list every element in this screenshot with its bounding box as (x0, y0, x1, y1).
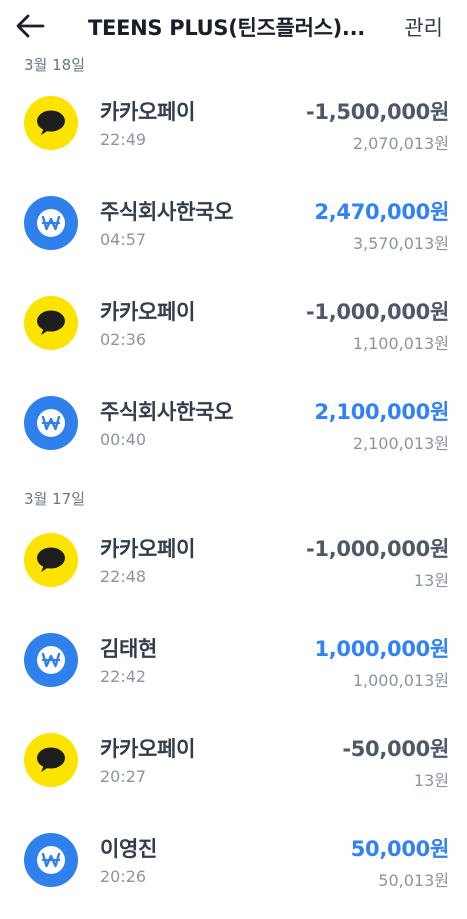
transaction-time: 20:26 (100, 867, 147, 886)
won-icon (24, 196, 78, 250)
transaction-amount: -50,000원 (342, 737, 449, 761)
transaction-row[interactable]: 주식회사한국오 00:40 2,100,000원 2,100,013원 (0, 396, 467, 482)
transaction-row[interactable]: 카카오페이 22:49 -1,500,000원 2,070,013원 (0, 96, 467, 182)
transaction-row[interactable]: 김태현 22:42 1,000,000원 1,000,013원 (0, 633, 467, 719)
transaction-name: 카카오페이 (100, 100, 196, 124)
transaction-name: 김태현 (100, 637, 158, 661)
transaction-name: 주식회사한국오 (100, 200, 234, 224)
transaction-amount: -1,000,000원 (306, 537, 449, 561)
transaction-amount: 1,000,000원 (314, 637, 449, 661)
back-arrow-icon (16, 14, 45, 38)
date-header: 3월 18일 (24, 56, 85, 74)
top-app-bar: TEENS PLUS(틴즈플러스)... 관리 (0, 0, 467, 50)
transaction-balance: 1,000,013원 (352, 671, 449, 690)
transaction-row[interactable]: 카카오페이 02:36 -1,000,000원 1,100,013원 (0, 296, 467, 382)
transaction-balance: 1,100,013원 (352, 334, 449, 353)
transaction-name: 카카오페이 (100, 737, 196, 761)
transaction-name: 주식회사한국오 (100, 400, 234, 424)
back-button[interactable] (10, 8, 50, 44)
transaction-time: 00:40 (100, 430, 147, 449)
transaction-time: 22:48 (100, 567, 147, 586)
transaction-time: 02:36 (100, 330, 147, 349)
transaction-amount: -1,000,000원 (306, 300, 449, 324)
page-title: TEENS PLUS(틴즈플러스)... (88, 16, 365, 40)
transaction-time: 04:57 (100, 230, 147, 249)
transaction-balance: 2,070,013원 (352, 134, 449, 153)
transaction-row[interactable]: 카카오페이 22:48 -1,000,000원 13원 (0, 533, 467, 619)
transaction-row[interactable]: 이영진 20:26 50,000원 50,013원 (0, 833, 467, 919)
won-icon (24, 396, 78, 450)
won-icon (24, 633, 78, 687)
transaction-row[interactable]: 카카오페이 20:27 -50,000원 13원 (0, 733, 467, 819)
transaction-balance: 13원 (413, 771, 449, 790)
kakaopay-icon (24, 96, 78, 150)
kakaopay-icon (24, 296, 78, 350)
transaction-name: 카카오페이 (100, 300, 196, 324)
transaction-name: 이영진 (100, 837, 158, 861)
won-icon (24, 833, 78, 887)
transaction-row[interactable]: 주식회사한국오 04:57 2,470,000원 3,570,013원 (0, 196, 467, 282)
transaction-amount: 2,100,000원 (314, 400, 449, 424)
date-header: 3월 17일 (24, 490, 85, 508)
transaction-balance: 50,013원 (378, 871, 449, 890)
transaction-amount: -1,500,000원 (306, 100, 449, 124)
transaction-amount: 50,000원 (350, 837, 450, 861)
transaction-balance: 2,100,013원 (352, 434, 449, 453)
transaction-amount: 2,470,000원 (314, 200, 449, 224)
kakaopay-icon (24, 533, 78, 587)
transaction-time: 22:49 (100, 130, 147, 149)
transaction-balance: 13원 (413, 571, 449, 590)
transaction-time: 22:42 (100, 667, 147, 686)
transaction-time: 20:27 (100, 767, 147, 786)
manage-button[interactable]: 관리 (404, 12, 443, 42)
transaction-name: 카카오페이 (100, 537, 196, 561)
transaction-balance: 3,570,013원 (352, 234, 449, 253)
kakaopay-icon (24, 733, 78, 787)
